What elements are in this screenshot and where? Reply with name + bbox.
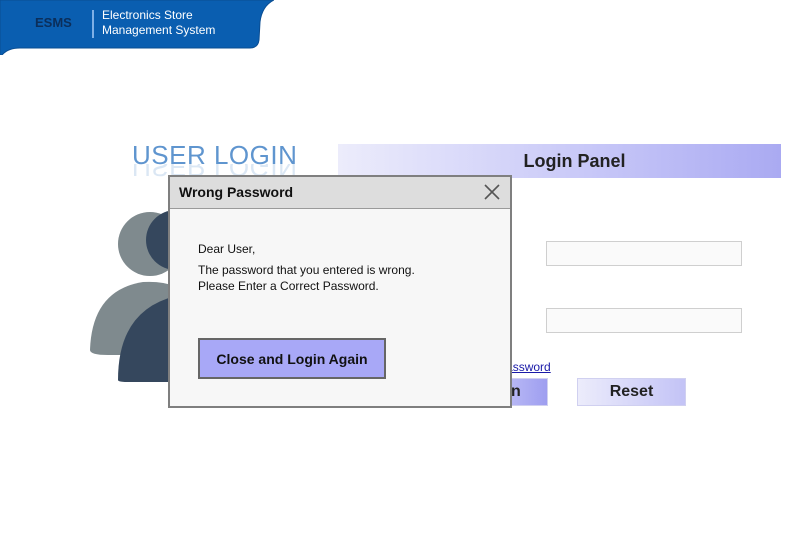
dialog-greeting: Dear User, xyxy=(198,242,256,256)
dialog-title: Wrong Password xyxy=(179,184,294,200)
reset-button[interactable]: Reset xyxy=(577,378,686,406)
brand-name: Electronics Store Management System xyxy=(102,8,252,38)
dialog-message: Dear User, The password that you entered… xyxy=(198,241,415,294)
header-banner: ESMS Electronics Store Management System xyxy=(0,0,274,55)
reset-button-label: Reset xyxy=(609,383,654,400)
dialog-message-line1: The password that you entered is wrong. xyxy=(198,263,415,277)
brand-name-line2: Management System xyxy=(102,23,216,37)
wrong-password-dialog: Wrong Password Dear User, The password t… xyxy=(168,175,512,408)
close-icon[interactable] xyxy=(483,183,501,201)
dialog-message-line2: Please Enter a Correct Password. xyxy=(198,279,379,293)
brand-abbreviation: ESMS xyxy=(35,15,72,30)
login-panel-header: Login Panel xyxy=(338,144,781,178)
login-panel-title: Login Panel xyxy=(523,150,626,171)
username-input[interactable] xyxy=(546,241,742,266)
brand-divider xyxy=(92,10,94,38)
brand-name-line1: Electronics Store xyxy=(102,8,193,22)
close-and-login-again-button[interactable]: Close and Login Again xyxy=(198,338,386,379)
close-and-login-again-label: Close and Login Again xyxy=(216,350,368,367)
dialog-titlebar: Wrong Password xyxy=(170,177,510,209)
password-input[interactable] xyxy=(546,308,742,333)
